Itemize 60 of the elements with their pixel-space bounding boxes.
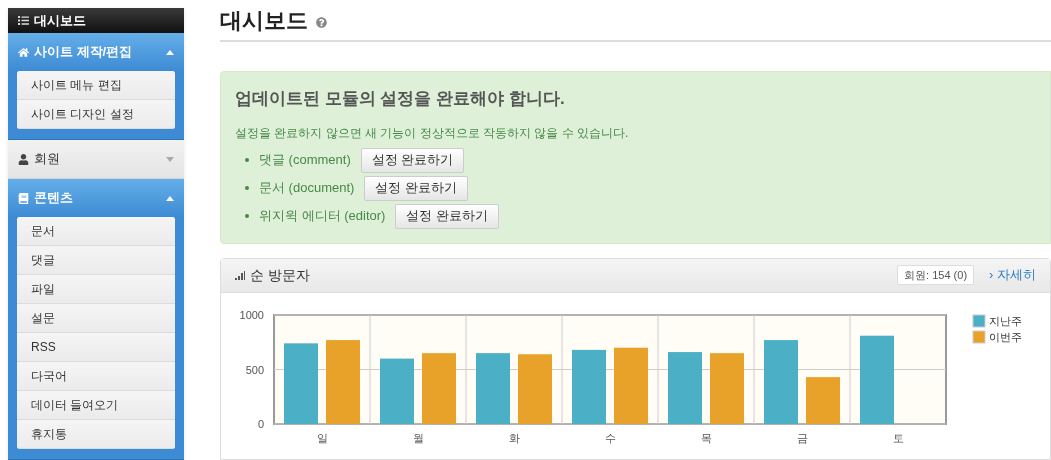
module-label: 위지윅 에디터 (editor) <box>259 207 386 226</box>
bullet-icon <box>245 214 249 218</box>
module-label: 댓글 (comment) <box>259 151 351 170</box>
legend-swatch <box>972 314 986 327</box>
home-icon <box>18 46 29 58</box>
complete-setup-button[interactable]: 설정 완료하기 <box>364 175 468 201</box>
bar <box>806 376 840 424</box>
bar <box>380 358 414 424</box>
menu-title: 대시보드 <box>34 11 86 30</box>
legend-label: 지난주 <box>989 314 1022 327</box>
legend-swatch <box>972 330 986 343</box>
x-tick-label: 목 <box>700 431 712 444</box>
complete-setup-button[interactable]: 설정 완료하기 <box>360 147 465 173</box>
submenu-item[interactable]: 사이트 디자인 설정 <box>17 100 175 129</box>
x-tick-label: 화 <box>508 431 520 444</box>
y-tick-label: 0 <box>257 417 264 430</box>
x-tick-label: 금 <box>796 431 808 444</box>
caret-icon <box>166 156 174 162</box>
submenu-item[interactable]: 사이트 메뉴 편집 <box>17 71 175 100</box>
submenu-item[interactable]: 문서 <box>17 217 175 246</box>
dashboard-menu-header[interactable]: 대시보드 <box>8 8 184 33</box>
x-tick-label: 일 <box>316 431 328 444</box>
module-label: 문서 (document) <box>259 179 355 198</box>
submenu-item[interactable]: 파일 <box>17 275 175 304</box>
bar <box>518 353 552 424</box>
user-icon <box>18 153 29 165</box>
submenu-item[interactable]: 다국어 <box>17 362 175 391</box>
bar <box>476 352 510 424</box>
x-tick-label: 월 <box>412 431 424 444</box>
signal-bars-icon <box>235 270 245 280</box>
y-tick-label: 500 <box>245 363 264 375</box>
book-icon <box>18 192 29 204</box>
submenu-item[interactable]: 댓글 <box>17 246 175 275</box>
menu-group-label: 회원 <box>34 150 61 169</box>
x-tick-label: 토 <box>892 431 904 444</box>
alert-message: 설정을 완료하지 않으면 새 기능이 정상적으로 작동하지 않을 수 있습니다. <box>235 124 630 142</box>
panel-title: 순 방문자 <box>250 265 311 285</box>
x-tick-label: 수 <box>604 431 616 444</box>
caret-icon <box>166 195 174 201</box>
menu-group-label: 콘텐츠 <box>34 189 74 208</box>
menu-group-header[interactable]: 회원 <box>8 140 184 178</box>
caret-icon <box>166 49 174 55</box>
bar <box>710 352 744 424</box>
bullet-icon <box>245 186 249 190</box>
submenu-item[interactable]: 설문 <box>17 304 175 333</box>
legend-label: 이번주 <box>989 330 1022 343</box>
submenu-item[interactable]: RSS <box>17 333 175 362</box>
help-icon[interactable] <box>316 16 327 28</box>
complete-setup-button[interactable]: 설정 완료하기 <box>395 203 500 229</box>
alert-title: 업데이트된 모듈의 설정을 완료해야 합니다. <box>235 88 566 110</box>
submenu-item[interactable]: 데이터 들여오기 <box>17 391 175 420</box>
member-count: 회원: 154 (0) <box>897 264 975 286</box>
page-title: 대시보드 <box>220 6 308 35</box>
menu-group-label: 사이트 제작/편집 <box>34 43 134 62</box>
bullet-icon <box>245 158 249 162</box>
y-tick-label: 1000 <box>239 308 264 321</box>
details-link[interactable]: › 자세히 <box>989 265 1036 285</box>
submenu-item[interactable]: 휴지통 <box>17 420 175 449</box>
list-icon <box>18 15 29 26</box>
bar <box>422 352 456 424</box>
